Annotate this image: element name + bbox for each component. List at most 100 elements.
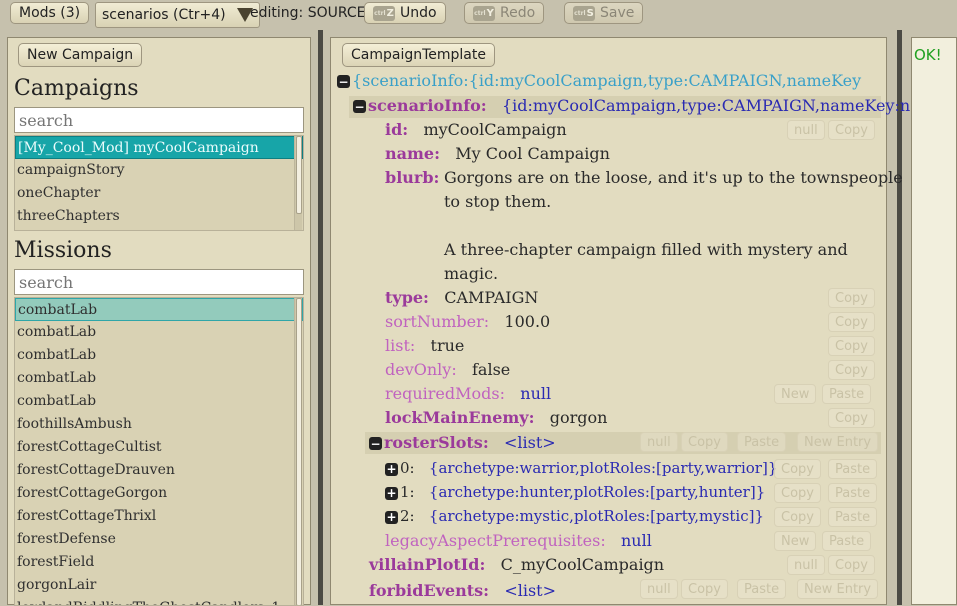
roster-slot-2[interactable]: +2: {archetype:mystic,plotRoles:[party,m… bbox=[385, 507, 764, 525]
ctrl-s-key-icon: ctrl S bbox=[573, 5, 595, 21]
panel-divider[interactable] bbox=[318, 30, 323, 605]
null-button[interactable]: null bbox=[640, 579, 678, 599]
status-text: OK! bbox=[914, 46, 942, 64]
paste-button[interactable]: Paste bbox=[822, 384, 872, 404]
status-panel bbox=[911, 37, 957, 605]
expand-icon[interactable]: + bbox=[385, 510, 398, 524]
campaign-list-item[interactable]: [My_Cool_Mod] myCoolCampaign bbox=[15, 136, 303, 159]
campaign-template-button[interactable]: CampaignTemplate bbox=[342, 43, 495, 67]
field-blurb-line[interactable]: A three-chapter campaign filled with mys… bbox=[444, 240, 848, 259]
field-blurb-line[interactable]: Gorgons are on the loose, and it's up to… bbox=[444, 168, 903, 187]
copy-button[interactable]: Copy bbox=[681, 579, 728, 599]
paste-button[interactable]: Paste bbox=[737, 432, 787, 452]
copy-button[interactable]: Copy bbox=[681, 432, 728, 452]
campaigns-scrollbar[interactable] bbox=[294, 136, 302, 230]
field-list[interactable]: list: true bbox=[385, 336, 464, 355]
missions-heading: Missions bbox=[14, 238, 112, 263]
paste-button[interactable]: Paste bbox=[828, 507, 878, 527]
paste-button[interactable]: Paste bbox=[822, 531, 872, 551]
campaigns-list: [My_Cool_Mod] myCoolCampaign campaignStor… bbox=[14, 135, 304, 231]
roster-slot-1[interactable]: +1: {archetype:hunter,plotRoles:[party,h… bbox=[385, 483, 765, 501]
field-type[interactable]: type: CAMPAIGN bbox=[385, 288, 538, 307]
field-name[interactable]: name: My Cool Campaign bbox=[385, 144, 610, 163]
field-required-mods[interactable]: requiredMods: null bbox=[385, 384, 551, 403]
mission-list-item[interactable]: forestDefense bbox=[15, 528, 303, 551]
mission-list-item[interactable]: forestCottageCultist bbox=[15, 436, 303, 459]
save-button[interactable]: ctrl S Save bbox=[564, 2, 644, 24]
missions-scrollbar[interactable] bbox=[294, 298, 302, 605]
field-blurb-line[interactable]: magic. bbox=[444, 264, 498, 283]
mission-list-item[interactable]: forestCottageThrixl bbox=[15, 505, 303, 528]
copy-button[interactable]: Copy bbox=[828, 336, 875, 356]
campaign-list-item[interactable]: threeChapters bbox=[15, 205, 303, 228]
mods-button[interactable]: Mods (3) bbox=[10, 2, 90, 24]
expand-icon[interactable]: + bbox=[385, 486, 398, 500]
expand-icon[interactable]: + bbox=[385, 462, 398, 476]
new-entry-button[interactable]: New Entry bbox=[797, 432, 879, 452]
new-campaign-button[interactable]: New Campaign bbox=[18, 43, 143, 67]
copy-button[interactable]: Copy bbox=[774, 483, 821, 503]
copy-button[interactable]: Copy bbox=[828, 288, 875, 308]
copy-button[interactable]: Copy bbox=[828, 120, 875, 140]
paste-button[interactable]: Paste bbox=[828, 459, 878, 479]
new-entry-button[interactable]: New Entry bbox=[797, 579, 879, 599]
field-villain-plot-id[interactable]: villainPlotId: C_myCoolCampaign bbox=[369, 555, 664, 574]
null-button[interactable]: null bbox=[787, 120, 825, 140]
missions-list: combatLab combatLab combatLab combatLab comb… bbox=[14, 297, 304, 606]
new-button[interactable]: New bbox=[774, 384, 817, 404]
new-button[interactable]: New bbox=[774, 531, 817, 551]
mission-list-item[interactable]: forestCottageDrauven bbox=[15, 459, 303, 482]
mission-list-item[interactable]: forestCottageGorgon bbox=[15, 482, 303, 505]
mission-list-item[interactable]: gorgonLair bbox=[15, 574, 303, 597]
missions-search-input[interactable] bbox=[14, 269, 304, 295]
copy-button[interactable]: Copy bbox=[828, 360, 875, 380]
mission-list-item[interactable]: foothillsAmbush bbox=[15, 413, 303, 436]
template-editor: CampaignTemplate − {scenarioInfo:{id:myCo… bbox=[330, 37, 910, 605]
scroll-thumb[interactable] bbox=[296, 298, 302, 605]
editing-mode-label: editing: SOURCE bbox=[250, 5, 366, 21]
copy-button[interactable]: Copy bbox=[828, 312, 875, 332]
null-button[interactable]: null bbox=[787, 555, 825, 575]
field-id[interactable]: id: myCoolCampaign bbox=[385, 120, 567, 139]
scenario-info-node[interactable]: − scenarioInfo: {id:myCoolCampaign,type:C… bbox=[353, 96, 910, 115]
field-lock-main-enemy[interactable]: lockMainEnemy: gorgon bbox=[385, 408, 607, 427]
paste-button[interactable]: Paste bbox=[737, 579, 787, 599]
null-button[interactable]: null bbox=[640, 432, 678, 452]
field-blurb-line[interactable]: to stop them. bbox=[444, 192, 551, 211]
campaigns-heading: Campaigns bbox=[14, 76, 139, 101]
mission-list-item[interactable]: combatLab bbox=[15, 344, 303, 367]
mission-list-item[interactable]: combatLab bbox=[15, 367, 303, 390]
scenario-browser: New Campaign Campaigns [My_Cool_Mod] myC… bbox=[7, 37, 311, 606]
campaigns-search-input[interactable] bbox=[14, 107, 304, 133]
ctrl-z-key-icon: ctrl Z bbox=[373, 5, 395, 21]
collapse-icon[interactable]: − bbox=[353, 100, 366, 113]
copy-button[interactable]: Copy bbox=[828, 555, 875, 575]
ctrl-y-key-icon: ctrl Y bbox=[473, 5, 495, 21]
redo-button[interactable]: ctrl Y Redo bbox=[464, 2, 545, 24]
field-sort-number[interactable]: sortNumber: 100.0 bbox=[385, 312, 550, 331]
roster-slots-node[interactable]: − rosterSlots: <list> bbox=[369, 433, 556, 452]
copy-button[interactable]: Copy bbox=[774, 459, 821, 479]
field-forbid-events[interactable]: forbidEvents: <list> bbox=[369, 581, 556, 600]
panel-divider[interactable] bbox=[897, 30, 902, 605]
collapse-icon[interactable]: − bbox=[369, 437, 382, 450]
mission-list-item[interactable]: combatLab bbox=[15, 390, 303, 413]
root-node[interactable]: − {scenarioInfo:{id:myCoolCampaign,type:C… bbox=[337, 71, 861, 90]
mission-list-item[interactable]: combatLab bbox=[15, 321, 303, 344]
scroll-thumb[interactable] bbox=[296, 136, 302, 214]
field-dev-only[interactable]: devOnly: false bbox=[385, 360, 510, 379]
roster-slot-0[interactable]: +0: {archetype:warrior,plotRoles:[party,… bbox=[385, 459, 777, 477]
field-blurb-key: blurb: bbox=[385, 168, 440, 187]
toolbar: Mods (3) scenarios (Ctr+4) editing: SOUR… bbox=[0, 0, 957, 28]
campaign-list-item[interactable]: oneChapter bbox=[15, 182, 303, 205]
paste-button[interactable]: Paste bbox=[828, 483, 878, 503]
copy-button[interactable]: Copy bbox=[828, 408, 875, 428]
mission-list-item[interactable]: forestField bbox=[15, 551, 303, 574]
scenarios-select[interactable]: scenarios (Ctr+4) bbox=[95, 2, 260, 28]
collapse-icon[interactable]: − bbox=[337, 75, 350, 88]
field-legacy-aspect-prerequisites[interactable]: legacyAspectPrerequisites: null bbox=[385, 531, 652, 550]
undo-button[interactable]: ctrl Z Undo bbox=[364, 2, 446, 24]
campaign-list-item[interactable]: campaignStory bbox=[15, 159, 303, 182]
mission-list-item[interactable]: combatLab bbox=[15, 298, 303, 321]
copy-button[interactable]: Copy bbox=[774, 507, 821, 527]
